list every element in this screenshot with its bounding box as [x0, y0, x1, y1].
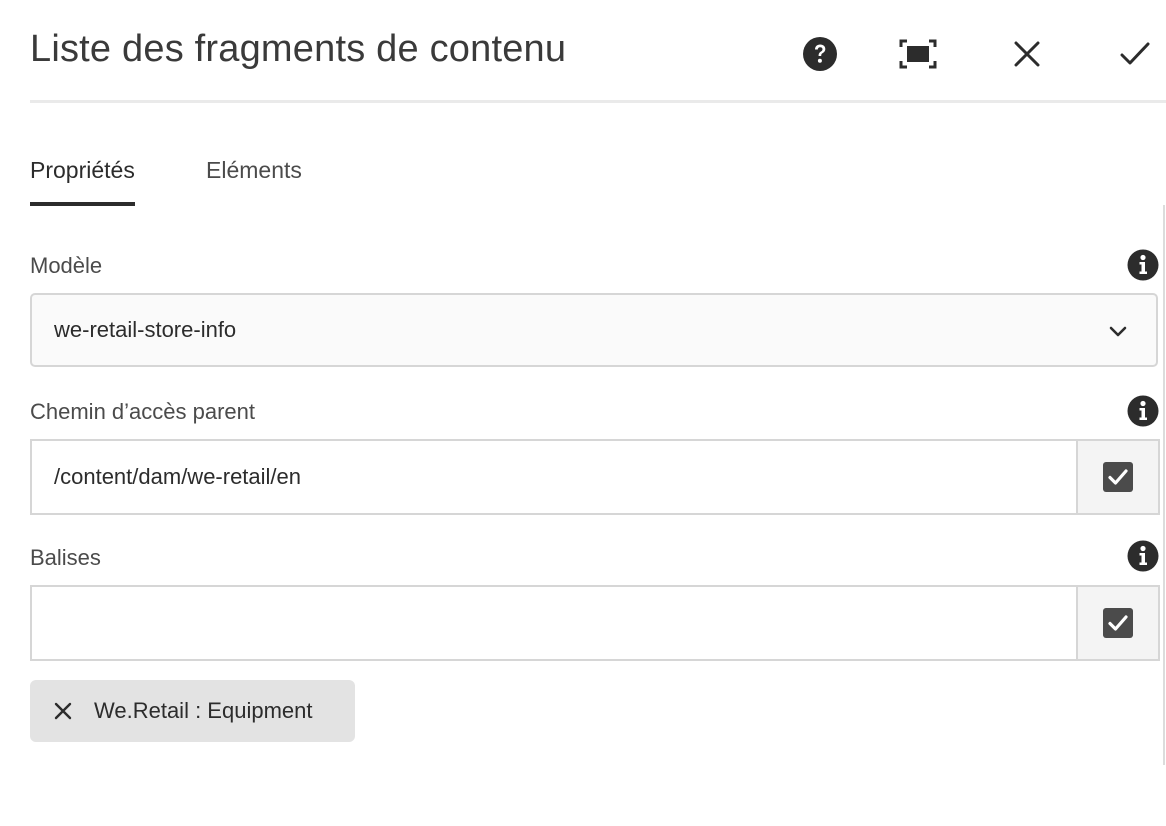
fullscreen-button[interactable]: [896, 32, 940, 76]
model-select-value: we-retail-store-info: [54, 317, 237, 342]
dialog-title: Liste des fragments de contenu: [30, 28, 567, 70]
model-select[interactable]: we-retail-store-info: [30, 293, 1158, 367]
model-label: Modèle: [30, 253, 103, 278]
checkbox-picker-icon: [1103, 608, 1133, 638]
dialog-header: Liste des fragments de contenu: [30, 22, 1166, 103]
dialog: Liste des fragments de contenu Propriété…: [0, 0, 1166, 826]
scrollbar-track[interactable]: [1163, 205, 1165, 765]
parent-path-field: /content/dam/we-retail/en: [30, 439, 1160, 515]
fullscreen-icon: [899, 39, 937, 69]
tags-label: Balises: [30, 545, 101, 570]
parent-path-label: Chemin d’accès parent: [30, 399, 256, 424]
tab-properties[interactable]: Propriétés: [30, 150, 135, 206]
checkbox-picker-icon: [1103, 462, 1133, 492]
tags-field: [30, 585, 1160, 661]
checkmark-icon: [1120, 42, 1150, 65]
help-button[interactable]: [798, 32, 842, 76]
info-icon[interactable]: [1127, 540, 1159, 572]
tags-picker-button[interactable]: [1076, 587, 1158, 659]
tag-chip: We.Retail : Equipment: [30, 680, 355, 742]
info-icon[interactable]: [1127, 249, 1159, 281]
close-button[interactable]: [1005, 32, 1049, 76]
tab-elements[interactable]: Eléments: [206, 150, 302, 206]
parent-path-picker-button[interactable]: [1076, 441, 1158, 513]
chevron-down-icon: [1109, 326, 1127, 337]
confirm-button[interactable]: [1113, 32, 1157, 76]
info-icon[interactable]: [1127, 395, 1159, 427]
close-icon: [1014, 41, 1040, 67]
parent-path-input[interactable]: /content/dam/we-retail/en: [54, 464, 301, 490]
tag-label: We.Retail : Equipment: [94, 698, 313, 723]
remove-icon: [54, 702, 72, 720]
tag-remove-button[interactable]: [52, 700, 74, 722]
help-icon: [803, 37, 837, 71]
